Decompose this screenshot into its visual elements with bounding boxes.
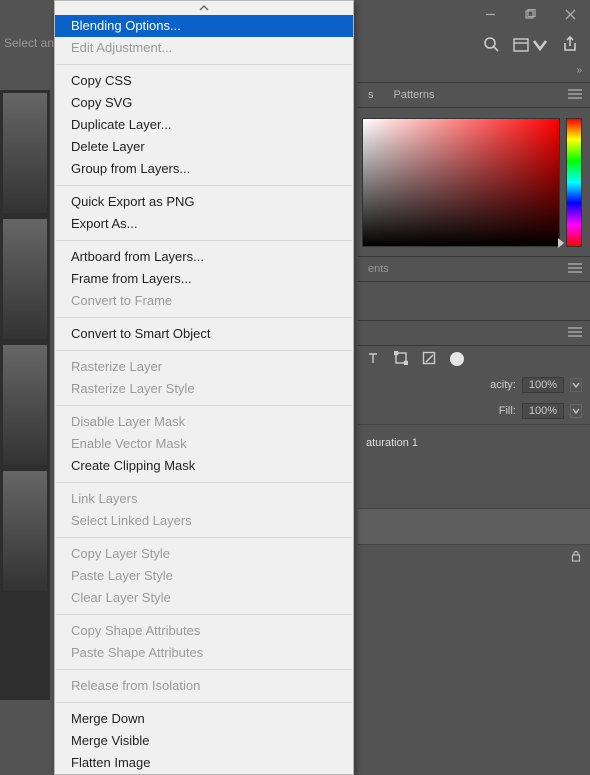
menu-item-copy-svg[interactable]: Copy SVG [55, 92, 353, 114]
layer-context-menu: Blending Options...Edit Adjustment... Cop… [54, 0, 354, 775]
menu-item-disable-layer-mask: Disable Layer Mask [55, 411, 353, 433]
menu-scroll-up-icon[interactable] [55, 1, 353, 15]
menu-item-artboard-from-layers[interactable]: Artboard from Layers... [55, 246, 353, 268]
menu-separator [56, 185, 352, 186]
menu-item-select-linked-layers: Select Linked Layers [55, 510, 353, 532]
menu-item-rasterize-layer: Rasterize Layer [55, 356, 353, 378]
panel-menu-icon[interactable] [560, 89, 590, 102]
menu-item-link-layers: Link Layers [55, 488, 353, 510]
menu-item-enable-vector-mask: Enable Vector Mask [55, 433, 353, 455]
filter-type-dot-icon[interactable] [450, 352, 464, 366]
color-panel: s Patterns [358, 82, 590, 258]
layer-row[interactable]: aturation 1 [358, 424, 590, 460]
menu-item-convert-to-smart-object[interactable]: Convert to Smart Object [55, 323, 353, 345]
panel-menu-icon[interactable] [560, 263, 590, 276]
menu-item-paste-shape-attributes: Paste Shape Attributes [55, 642, 353, 664]
opacity-value[interactable]: 100% [522, 377, 564, 393]
menu-separator [56, 702, 352, 703]
menu-separator [56, 614, 352, 615]
search-icon[interactable] [483, 36, 499, 55]
menu-separator [56, 64, 352, 65]
menu-item-quick-export-as-png[interactable]: Quick Export as PNG [55, 191, 353, 213]
thumbnail [3, 219, 47, 339]
menu-item-copy-css[interactable]: Copy CSS [55, 70, 353, 92]
thumbnail [3, 93, 47, 213]
window-minimize-button[interactable] [470, 0, 510, 28]
menu-item-copy-layer-style: Copy Layer Style [55, 543, 353, 565]
menu-item-clear-layer-style: Clear Layer Style [55, 587, 353, 609]
adjustments-panel: ents [358, 256, 590, 320]
fill-label: Fill: [499, 405, 516, 417]
tab-fragment[interactable]: s [358, 83, 384, 107]
history-thumbnails [0, 90, 50, 700]
lock-icon[interactable] [570, 550, 582, 565]
menu-item-flatten-image[interactable]: Flatten Image [55, 752, 353, 774]
menu-item-create-clipping-mask[interactable]: Create Clipping Mask [55, 455, 353, 477]
menu-item-convert-to-frame: Convert to Frame [55, 290, 353, 312]
menu-item-copy-shape-attributes: Copy Shape Attributes [55, 620, 353, 642]
fill-value[interactable]: 100% [522, 403, 564, 419]
menu-separator [56, 482, 352, 483]
menu-item-group-from-layers[interactable]: Group from Layers... [55, 158, 353, 180]
layer-name-fragment: aturation 1 [366, 437, 418, 449]
menu-item-delete-layer[interactable]: Delete Layer [55, 136, 353, 158]
layer-row[interactable] [358, 508, 590, 544]
menu-separator [56, 350, 352, 351]
menu-item-duplicate-layer[interactable]: Duplicate Layer... [55, 114, 353, 136]
panel-overflow-chevron-icon[interactable]: » [576, 65, 582, 76]
menu-separator [56, 317, 352, 318]
menu-item-merge-visible[interactable]: Merge Visible [55, 730, 353, 752]
window-close-button[interactable] [550, 0, 590, 28]
hue-slider[interactable] [566, 118, 582, 247]
menu-item-blending-options[interactable]: Blending Options... [55, 15, 353, 37]
menu-separator [56, 669, 352, 670]
opacity-dropdown-icon[interactable] [570, 378, 582, 392]
fill-dropdown-icon[interactable] [570, 404, 582, 418]
tab-fragment[interactable]: ents [358, 257, 399, 281]
panel-menu-icon[interactable] [560, 327, 590, 340]
share-icon[interactable] [562, 36, 578, 55]
menu-item-paste-layer-style: Paste Layer Style [55, 565, 353, 587]
menu-item-rasterize-layer-style: Rasterize Layer Style [55, 378, 353, 400]
layers-panel: acity: 100% Fill: 100% aturation 1 [358, 320, 590, 570]
menu-separator [56, 240, 352, 241]
window-maximize-button[interactable] [510, 0, 550, 28]
menu-item-release-from-isolation: Release from Isolation [55, 675, 353, 697]
color-field[interactable] [362, 118, 560, 247]
menu-item-merge-down[interactable]: Merge Down [55, 708, 353, 730]
menu-item-frame-from-layers[interactable]: Frame from Layers... [55, 268, 353, 290]
opacity-label-fragment: acity: [490, 379, 516, 391]
menu-item-edit-adjustment: Edit Adjustment... [55, 37, 353, 59]
menu-separator [56, 537, 352, 538]
menu-item-export-as[interactable]: Export As... [55, 213, 353, 235]
layer-lock-row [358, 544, 590, 570]
thumbnail [3, 345, 47, 465]
workspace-switcher-icon[interactable] [513, 37, 548, 53]
filter-type-text-icon[interactable] [366, 351, 380, 368]
filter-type-smart-icon[interactable] [422, 351, 436, 368]
filter-type-shape-icon[interactable] [394, 351, 408, 368]
thumbnail [3, 471, 47, 591]
menu-separator [56, 405, 352, 406]
tab-patterns[interactable]: Patterns [384, 83, 445, 107]
